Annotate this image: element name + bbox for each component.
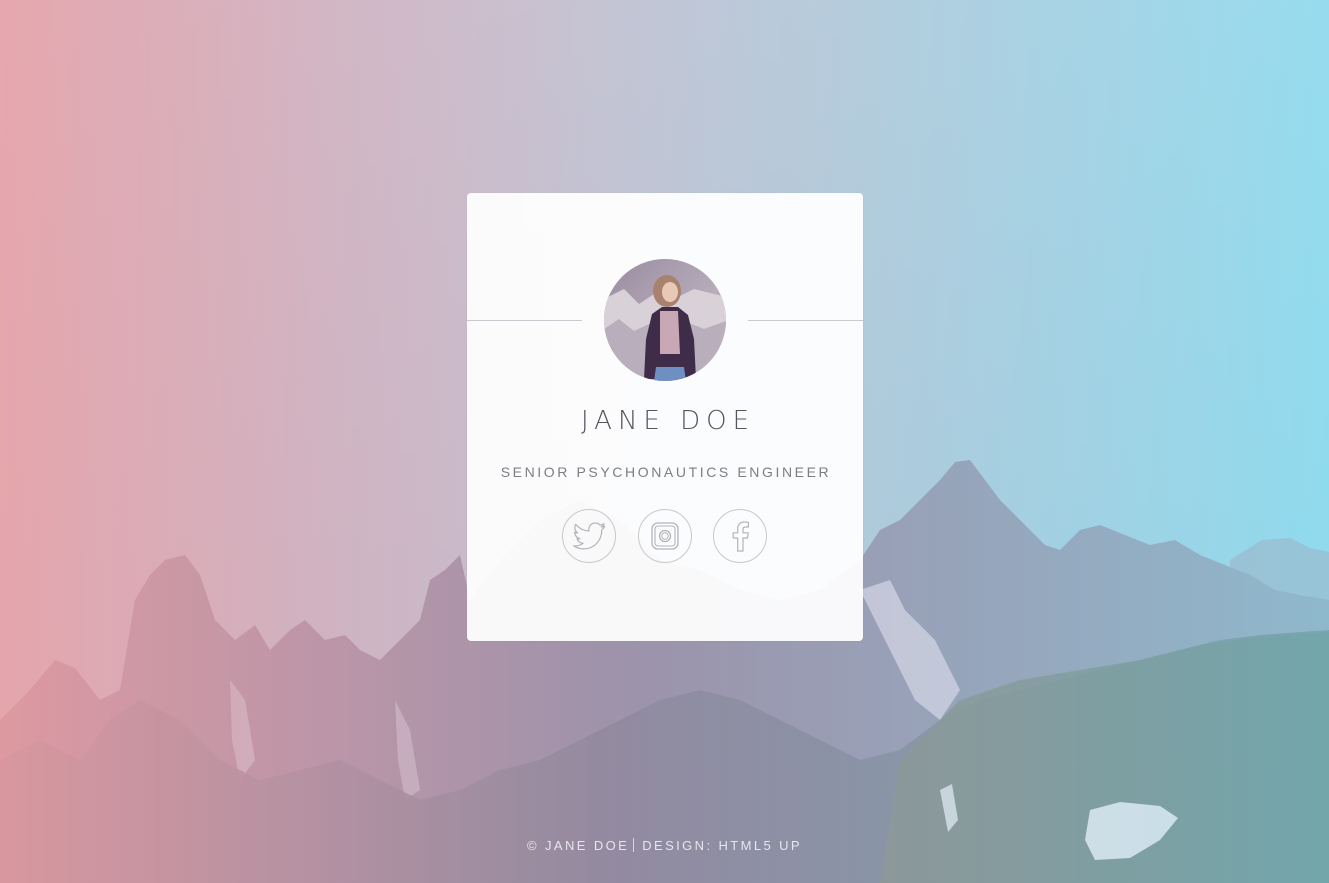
footer-design-credit[interactable]: DESIGN: HTML5 UP <box>642 838 802 853</box>
facebook-icon <box>729 520 751 552</box>
facebook-button[interactable] <box>713 509 767 563</box>
twitter-button[interactable] <box>562 509 616 563</box>
divider-left <box>467 320 582 321</box>
instagram-button[interactable] <box>638 509 692 563</box>
instagram-icon <box>650 521 680 551</box>
profile-card: JANE DOE SENIOR PSYCHONAUTICS ENGINEER <box>467 193 863 641</box>
divider-right <box>748 320 863 321</box>
social-links <box>562 509 768 565</box>
footer-separator <box>633 838 635 852</box>
footer-copyright: © JANE DOE <box>527 838 630 853</box>
profile-name: JANE DOE <box>580 406 756 436</box>
avatar <box>604 259 726 381</box>
profile-tagline: SENIOR PSYCHONAUTICS ENGINEER <box>500 464 832 480</box>
footer: © JANE DOE DESIGN: HTML5 UP <box>0 838 1329 853</box>
twitter-icon <box>573 522 605 550</box>
